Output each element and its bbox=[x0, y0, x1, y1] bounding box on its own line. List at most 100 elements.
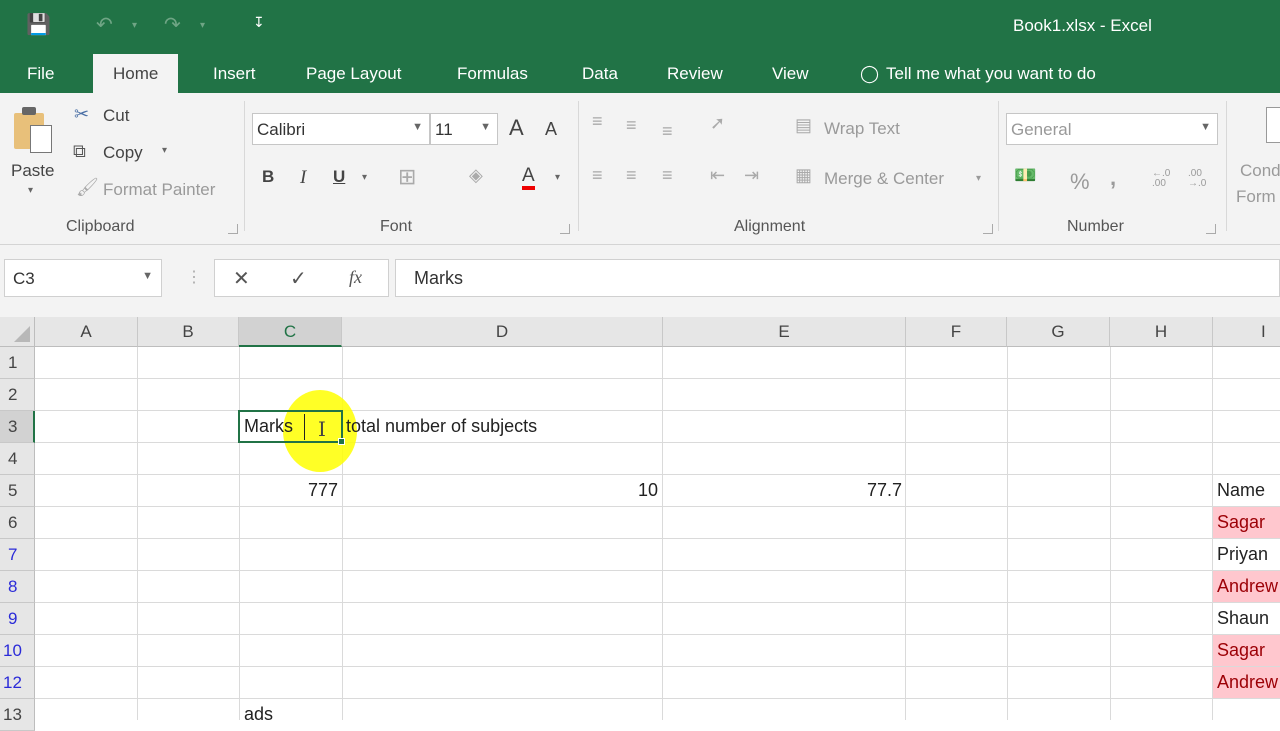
cell-i12[interactable]: Andrew bbox=[1213, 667, 1280, 698]
tab-home[interactable]: Home bbox=[93, 54, 179, 93]
font-launcher-icon[interactable] bbox=[560, 224, 570, 234]
cut-button[interactable]: Cut bbox=[103, 106, 129, 126]
wrap-text-button[interactable]: Wrap Text bbox=[824, 119, 900, 139]
align-right-icon[interactable]: ≡ bbox=[662, 165, 673, 186]
align-top-icon[interactable]: ≡ bbox=[592, 111, 603, 132]
font-size-select[interactable]: 11 ▼ bbox=[430, 113, 498, 145]
column-header-h[interactable]: H bbox=[1110, 317, 1213, 347]
cell-i8[interactable]: Andrew bbox=[1213, 571, 1280, 602]
cell-c5[interactable]: 777 bbox=[239, 475, 342, 506]
bold-button[interactable]: B bbox=[262, 167, 274, 187]
tab-formulas[interactable]: Formulas bbox=[457, 64, 528, 84]
cell-c13[interactable]: ads bbox=[244, 699, 273, 730]
row-header-1[interactable]: 1 bbox=[0, 347, 35, 379]
font-color-button[interactable]: A bbox=[522, 166, 535, 190]
merge-dropdown-icon[interactable]: ▾ bbox=[976, 173, 981, 184]
column-header-a[interactable]: A bbox=[35, 317, 138, 347]
name-box[interactable]: C3 ▼ bbox=[4, 259, 162, 297]
row-header-12[interactable]: 12 bbox=[0, 667, 35, 699]
underline-dropdown-icon[interactable]: ▾ bbox=[362, 172, 367, 183]
cell-d5[interactable]: 10 bbox=[342, 475, 662, 506]
row-header-3[interactable]: 3 bbox=[0, 411, 35, 443]
column-header-i[interactable]: I bbox=[1213, 317, 1280, 347]
grow-font-button[interactable]: A bbox=[509, 115, 524, 141]
formula-input[interactable]: Marks bbox=[395, 259, 1280, 297]
row-header-6[interactable]: 6 bbox=[0, 507, 35, 539]
fill-handle[interactable] bbox=[338, 438, 345, 445]
tab-data[interactable]: Data bbox=[582, 64, 618, 84]
font-name-select[interactable]: Calibri ▼ bbox=[252, 113, 430, 145]
align-bottom-icon[interactable]: ≡ bbox=[662, 121, 673, 142]
conditional-formatting-button[interactable]: Cond bbox=[1240, 161, 1280, 181]
underline-button[interactable]: U bbox=[333, 167, 345, 187]
copy-dropdown-icon[interactable]: ▾ bbox=[162, 145, 167, 156]
row-header-7[interactable]: 7 bbox=[0, 539, 35, 571]
orientation-icon[interactable]: ➚ bbox=[710, 113, 725, 134]
cell-i5[interactable]: Name bbox=[1213, 475, 1280, 506]
cell-e5[interactable]: 77.7 bbox=[663, 475, 906, 506]
format-painter-button[interactable]: Format Painter bbox=[103, 180, 215, 200]
decrease-decimal-button[interactable]: .00 →.0 bbox=[1188, 169, 1214, 189]
paste-dropdown-icon[interactable]: ▾ bbox=[28, 185, 33, 196]
paste-icon[interactable] bbox=[14, 107, 54, 153]
shrink-font-button[interactable]: A bbox=[545, 119, 557, 140]
row-header-4[interactable]: 4 bbox=[0, 443, 35, 475]
align-left-icon[interactable]: ≡ bbox=[592, 165, 603, 186]
cell-i7[interactable]: Priyan bbox=[1213, 539, 1280, 570]
worksheet-grid[interactable]: A B C D E F G H I 1 2 3 4 5 6 7 8 9 10 1… bbox=[0, 317, 1280, 731]
splitter-handle[interactable]: ⋮ bbox=[186, 267, 202, 287]
font-color-dropdown-icon[interactable]: ▾ bbox=[555, 172, 560, 183]
alignment-launcher-icon[interactable] bbox=[983, 224, 993, 234]
cell-i6[interactable]: Sagar bbox=[1213, 507, 1280, 538]
conditional-formatting-icon[interactable] bbox=[1266, 107, 1280, 143]
tab-file[interactable]: File bbox=[27, 64, 54, 84]
tab-view[interactable]: View bbox=[772, 64, 809, 84]
column-header-d[interactable]: D bbox=[342, 317, 663, 347]
align-center-icon[interactable]: ≡ bbox=[626, 165, 637, 186]
cell-i10[interactable]: Sagar bbox=[1213, 635, 1280, 666]
comma-style-button[interactable]: , bbox=[1110, 165, 1116, 191]
row-header-9[interactable]: 9 bbox=[0, 603, 35, 635]
column-header-e[interactable]: E bbox=[663, 317, 906, 347]
undo-icon[interactable]: ↶ bbox=[96, 12, 113, 37]
decrease-indent-icon[interactable]: ⇤ bbox=[710, 165, 725, 186]
column-header-g[interactable]: G bbox=[1007, 317, 1110, 347]
tab-page-layout[interactable]: Page Layout bbox=[306, 64, 401, 84]
italic-button[interactable]: I bbox=[300, 167, 306, 189]
insert-function-icon[interactable]: fx bbox=[349, 267, 362, 288]
tab-insert[interactable]: Insert bbox=[213, 64, 256, 84]
paste-button[interactable]: Paste bbox=[11, 161, 54, 181]
column-header-f[interactable]: F bbox=[906, 317, 1007, 347]
save-icon[interactable]: 💾 bbox=[26, 12, 51, 37]
borders-icon[interactable]: ⊞ bbox=[398, 164, 416, 190]
chevron-down-icon[interactable]: ▼ bbox=[142, 270, 153, 282]
fill-color-icon[interactable]: ◈ bbox=[469, 165, 483, 186]
number-launcher-icon[interactable] bbox=[1206, 224, 1216, 234]
cell-d3[interactable]: total number of subjects bbox=[346, 411, 537, 442]
row-header-13[interactable]: 13 bbox=[0, 699, 35, 731]
tell-me-search[interactable]: Tell me what you want to do bbox=[886, 64, 1096, 84]
copy-button[interactable]: Copy bbox=[103, 143, 143, 163]
row-header-2[interactable]: 2 bbox=[0, 379, 35, 411]
number-format-select[interactable]: General ▼ bbox=[1006, 113, 1218, 145]
row-header-8[interactable]: 8 bbox=[0, 571, 35, 603]
row-header-10[interactable]: 10 bbox=[0, 635, 35, 667]
undo-dropdown-icon[interactable]: ▾ bbox=[132, 20, 137, 31]
select-all-button[interactable] bbox=[0, 317, 35, 347]
increase-decimal-button[interactable]: ←.0 .00 bbox=[1152, 169, 1178, 189]
customize-quick-access-icon[interactable]: ↧ bbox=[253, 14, 265, 31]
tab-review[interactable]: Review bbox=[667, 64, 723, 84]
cell-i9[interactable]: Shaun bbox=[1213, 603, 1280, 634]
merge-center-button[interactable]: Merge & Center bbox=[824, 169, 944, 189]
percent-style-button[interactable]: % bbox=[1070, 169, 1090, 195]
row-header-5[interactable]: 5 bbox=[0, 475, 35, 507]
accounting-format-icon[interactable]: 💵 bbox=[1014, 165, 1036, 186]
increase-indent-icon[interactable]: ⇥ bbox=[744, 165, 759, 186]
column-header-b[interactable]: B bbox=[138, 317, 239, 347]
enter-icon[interactable]: ✓ bbox=[290, 266, 307, 291]
column-header-c[interactable]: C bbox=[239, 317, 342, 347]
redo-dropdown-icon[interactable]: ▾ bbox=[200, 20, 205, 31]
redo-icon[interactable]: ↷ bbox=[164, 12, 181, 37]
clipboard-launcher-icon[interactable] bbox=[228, 224, 238, 234]
align-middle-icon[interactable]: ≡ bbox=[626, 115, 637, 136]
